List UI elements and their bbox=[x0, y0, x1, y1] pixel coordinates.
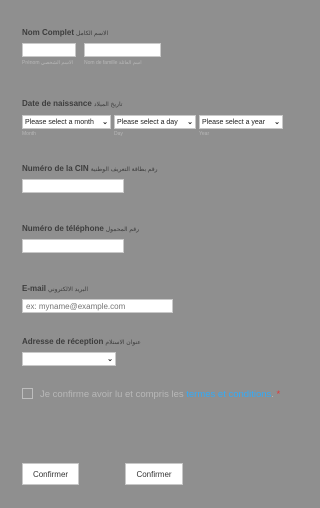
birth-date-label-ar: تاريخ الميلاد bbox=[93, 102, 123, 108]
address-select[interactable]: ⌄ bbox=[22, 352, 116, 366]
day-hint: Day bbox=[114, 131, 123, 137]
birth-date-label: Date de naissance تاريخ الميلاد bbox=[22, 99, 123, 108]
last-name-input[interactable] bbox=[84, 43, 161, 57]
phone-label-ar: رقم المحمول bbox=[105, 227, 139, 233]
email-label-ar: البريد الالكتروني bbox=[48, 287, 89, 293]
chevron-down-icon: ⌄ bbox=[274, 119, 280, 126]
cin-label: Numéro de la CIN رقم بطاقة التعريف الوطني… bbox=[22, 164, 158, 173]
email-input[interactable] bbox=[22, 299, 173, 313]
terms-checkbox[interactable] bbox=[22, 388, 33, 399]
phone-input[interactable] bbox=[22, 239, 124, 253]
birth-month-select[interactable]: Please select a month ⌄ bbox=[22, 115, 111, 129]
chevron-down-icon: ⌄ bbox=[187, 119, 193, 126]
year-hint: Year bbox=[199, 131, 210, 137]
first-name-hint: Prénom الاسم الشخصي bbox=[22, 60, 74, 66]
cin-input[interactable] bbox=[22, 179, 124, 193]
confirm-button-right[interactable]: Confirmer bbox=[125, 463, 183, 485]
required-mark: * bbox=[276, 389, 281, 400]
email-label: E-mail البريد الالكتروني bbox=[22, 284, 89, 293]
terms-text: Je confirme avoir lu et compris les term… bbox=[40, 389, 281, 400]
birth-day-select[interactable]: Please select a day ⌄ bbox=[114, 115, 196, 129]
address-label-ar: عنوان الاستلام bbox=[105, 340, 141, 346]
month-hint: Month bbox=[22, 131, 36, 137]
chevron-down-icon: ⌄ bbox=[102, 119, 108, 126]
first-name-input[interactable] bbox=[22, 43, 76, 57]
phone-label: Numéro de téléphone رقم المحمول bbox=[22, 224, 139, 233]
birth-year-select[interactable]: Please select a year ⌄ bbox=[199, 115, 283, 129]
full-name-label-ar: الاسم الكامل bbox=[76, 31, 109, 37]
cin-label-ar: رقم بطاقة التعريف الوطنية bbox=[90, 167, 158, 173]
terms-link[interactable]: termes et conditions bbox=[186, 389, 271, 400]
last-name-hint: Nom de famille اسم العائلة bbox=[84, 60, 142, 66]
full-name-label: Nom Complet الاسم الكامل bbox=[22, 28, 109, 37]
confirm-button-left[interactable]: Confirmer bbox=[22, 463, 79, 485]
address-label: Adresse de réception عنوان الاستلام bbox=[22, 337, 141, 346]
chevron-down-icon: ⌄ bbox=[107, 356, 113, 363]
